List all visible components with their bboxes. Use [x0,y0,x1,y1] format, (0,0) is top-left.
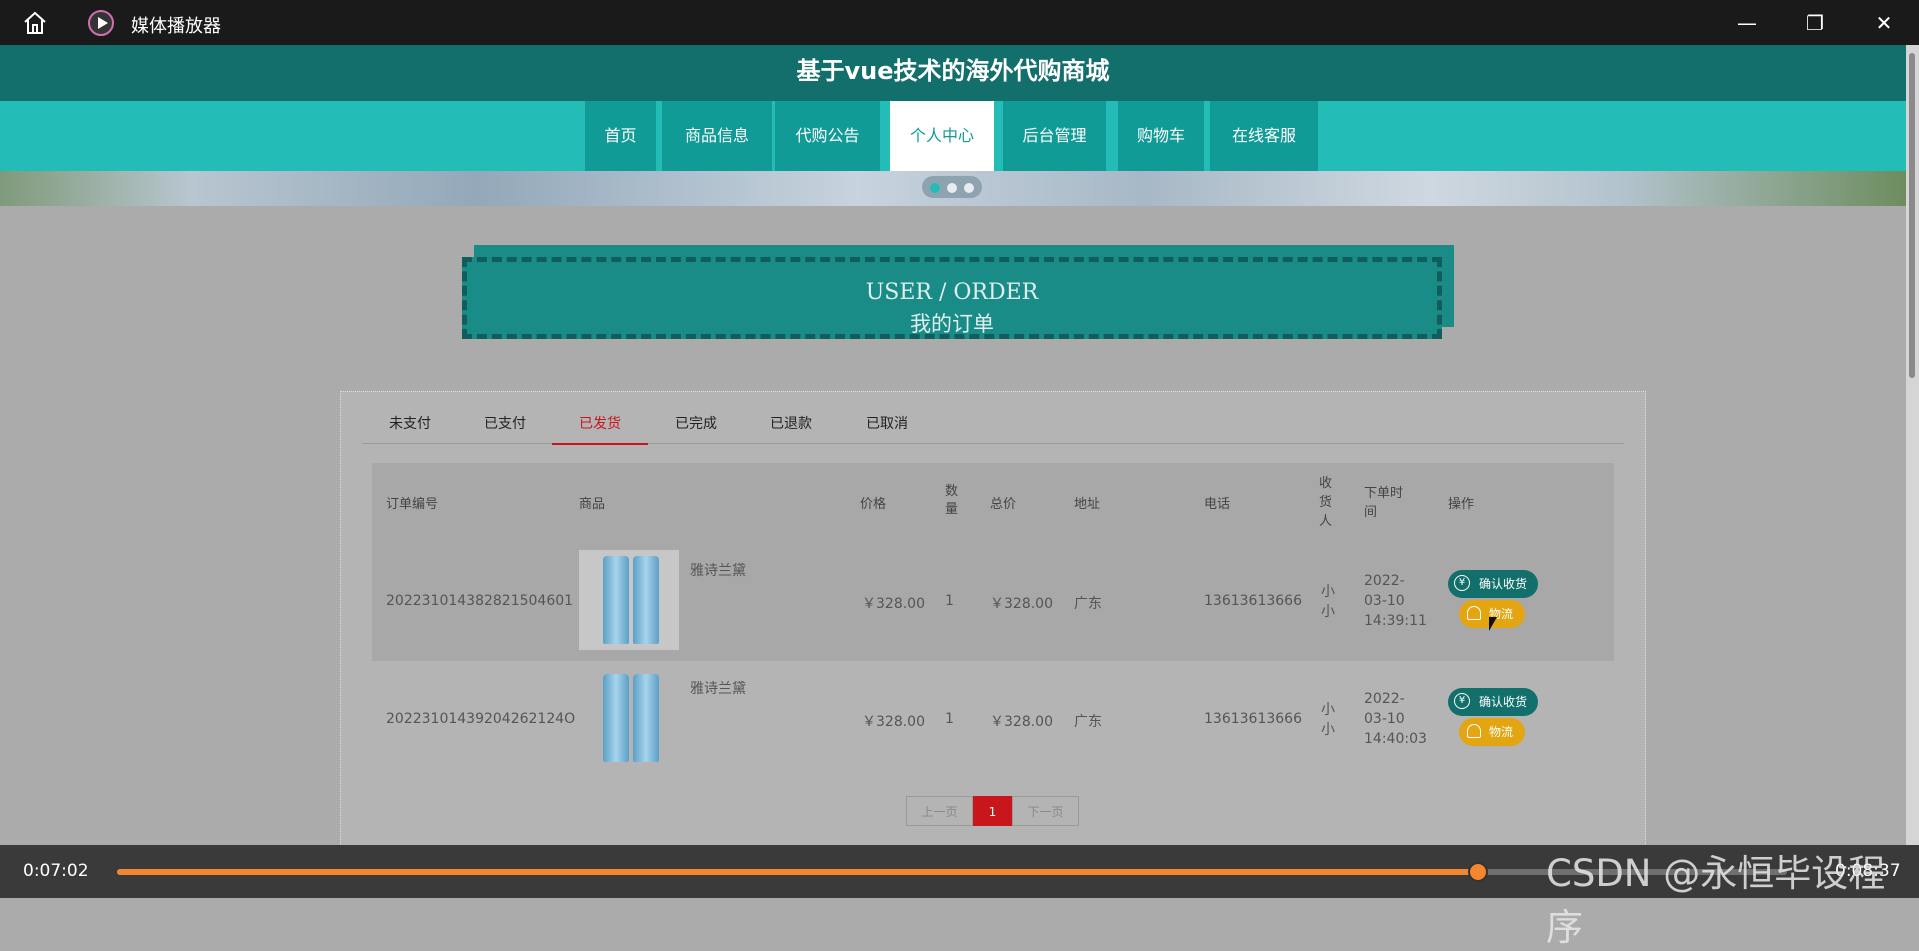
banner-title-en: USER / ORDER [865,280,1039,305]
th-address: 地址 [1074,497,1101,512]
media-player-app-icon [88,10,114,36]
address: 广东 [1074,596,1102,612]
banner-front-layer: USER / ORDER 我的订单 [462,257,1442,339]
product-name[interactable]: 雅诗兰黛 [690,560,746,580]
tab-completed[interactable]: 已完成 [648,413,744,443]
nav-item-personal-center[interactable]: 个人中心 [890,101,994,171]
close-button[interactable]: ✕ [1869,8,1899,38]
tab-unpaid[interactable]: 未支付 [362,413,458,443]
minimize-button[interactable]: — [1732,8,1762,38]
user-icon [1467,724,1481,738]
window-title: 媒体播放器 [131,16,221,37]
tab-refunded[interactable]: 已退款 [743,413,839,443]
next-page-button[interactable]: 下一页 [1012,796,1079,826]
table-header-row: 订单编号 商品 价格 数 量 总价 地址 电话 收 货 人 下单时 间 操作 [372,463,1614,543]
order-no: 20223101439204262124O [386,711,576,727]
pagination: 上一页 1 下一页 [906,796,1079,826]
bottle-shape [603,674,629,762]
price: ￥328.00 [862,596,925,612]
th-phone: 电话 [1204,497,1231,512]
banner-title-cn: 我的订单 [910,312,994,336]
logistics-label: 物流 [1489,725,1514,739]
mouse-cursor-icon [1489,617,1497,631]
user-icon [1467,606,1481,620]
total-price: ￥328.00 [990,714,1053,730]
product-image[interactable] [579,550,679,650]
bottle-shape [633,674,659,762]
nav-item-notices[interactable]: 代购公告 [775,101,880,171]
tab-cancelled[interactable]: 已取消 [839,413,935,443]
th-action: 操作 [1448,497,1475,512]
th-qty: 数 量 [945,484,959,517]
page-scrollbar-thumb[interactable] [1909,53,1915,378]
tab-shipped[interactable]: 已发货 [552,413,648,445]
bottle-shape [603,556,629,644]
receiver: 小 小 [1321,584,1335,620]
page-1-button[interactable]: 1 [973,796,1012,826]
main-nav: 首页 商品信息 代购公告 个人中心 后台管理 购物车 在线客服 [0,101,1906,171]
site-title: 基于vue技术的海外代购商城 [0,45,1906,101]
confirm-receipt-label: 确认收货 [1479,577,1528,591]
order-section-banner: USER / ORDER 我的订单 [462,245,1454,339]
confirm-receipt-button[interactable]: ¥ 确认收货 [1448,688,1538,716]
tab-paid[interactable]: 已支付 [457,413,553,443]
product-name[interactable]: 雅诗兰黛 [690,678,746,698]
address: 广东 [1074,714,1102,730]
watermark-text: CSDN @永恒毕设程序 [1546,852,1886,949]
nav-item-cart[interactable]: 购物车 [1118,101,1204,171]
nav-item-admin[interactable]: 后台管理 [1003,101,1106,171]
restore-button[interactable]: ❐ [1800,8,1830,38]
seek-bar[interactable] [117,862,1787,882]
prev-page-button[interactable]: 上一页 [906,796,973,826]
th-receiver: 收 货 人 [1319,476,1333,529]
seek-bar-thumb[interactable] [1468,862,1489,882]
carousel-dot-2[interactable] [947,183,957,193]
elapsed-time: 0:07:02 [23,861,89,881]
phone: 13613613666 [1204,593,1302,609]
total-price: ￥328.00 [990,596,1053,612]
nav-item-products[interactable]: 商品信息 [662,101,772,171]
quantity: 1 [945,711,954,727]
th-order-time: 下单时 间 [1364,486,1404,520]
seek-bar-fill [117,869,1479,875]
order-time: 2022- 03-10 14:40:03 [1364,691,1427,747]
th-product: 商品 [579,497,606,512]
table-row: 202231014382821504601 雅诗兰黛 ￥328.00 1 ￥32… [372,543,1614,661]
yuan-icon: ¥ [1454,575,1470,591]
order-no: 202231014382821504601 [386,593,574,609]
carousel-indicators [922,176,982,198]
order-time: 2022- 03-10 14:39:11 [1364,573,1427,629]
nav-item-home[interactable]: 首页 [585,101,656,171]
logistics-button[interactable]: 物流 [1459,718,1525,746]
yuan-icon: ¥ [1454,693,1470,709]
bottle-shape [633,556,659,644]
window-titlebar: 媒体播放器 — ❐ ✕ [0,0,1919,45]
order-status-tabs: 未支付 已支付 已发货 已完成 已退款 已取消 [362,405,1624,445]
phone: 13613613666 [1204,711,1302,727]
quantity: 1 [945,593,954,609]
price: ￥328.00 [862,714,925,730]
table-row: 20223101439204262124O 雅诗兰黛 ￥328.00 1 ￥32… [372,661,1614,779]
confirm-receipt-label: 确认收货 [1479,695,1528,709]
home-icon[interactable] [22,10,48,36]
confirm-receipt-button[interactable]: ¥ 确认收货 [1448,570,1538,598]
product-image[interactable] [579,668,679,768]
receiver: 小 小 [1321,702,1335,738]
carousel-dot-1[interactable] [930,183,940,193]
th-order-no: 订单编号 [386,497,439,512]
carousel-dot-3[interactable] [964,183,974,193]
th-total: 总价 [990,497,1017,512]
th-price: 价格 [860,497,887,512]
nav-item-online-service[interactable]: 在线客服 [1210,101,1318,171]
